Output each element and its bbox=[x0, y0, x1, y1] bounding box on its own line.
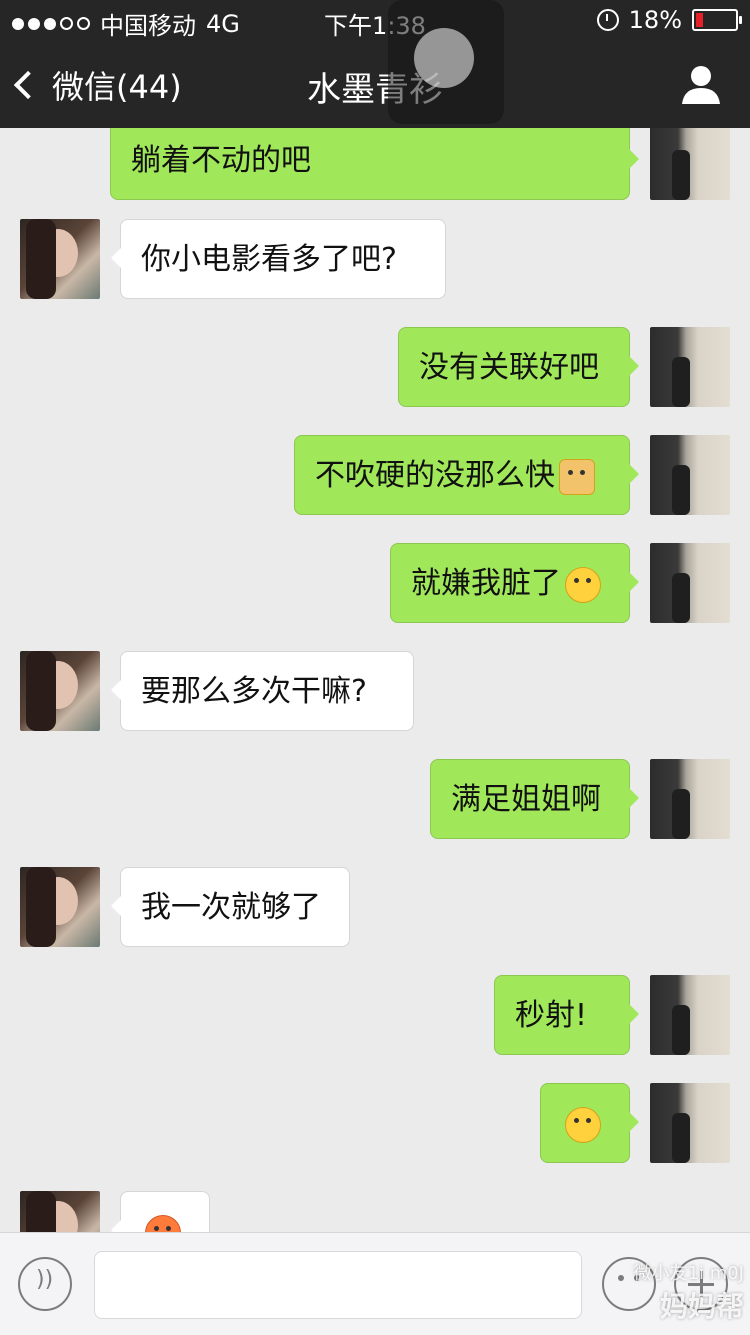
my-message-bubble[interactable]: 秒射! bbox=[494, 975, 639, 1055]
message-list[interactable]: 躺着不动的吧你小电影看多了吧? 没有关联好吧不吹硬的没那么快就嫌我脏了要那么多次干… bbox=[0, 128, 750, 1232]
message-input[interactable] bbox=[94, 1251, 582, 1319]
my-message-bubble[interactable]: 没有关联好吧 bbox=[398, 327, 639, 407]
my-avatar[interactable] bbox=[650, 975, 730, 1055]
message-item: 躺着不动的吧 bbox=[0, 128, 750, 220]
contact-message-bubble[interactable]: 我一次就够了 bbox=[111, 867, 350, 947]
status-bar: 中国移动 4G 下午1:38 18% bbox=[0, 0, 750, 40]
my-message-bubble[interactable]: 就嫌我脏了 bbox=[390, 543, 639, 623]
message-item: 满足姐姐啊 bbox=[0, 759, 750, 859]
contact-avatar[interactable] bbox=[20, 651, 100, 731]
contact-message-bubble[interactable]: 要那么多次干嘛? bbox=[111, 651, 414, 731]
watermark-line1: 微小友1i m0J bbox=[633, 1263, 744, 1284]
message-text: 你小电影看多了吧? bbox=[141, 242, 397, 277]
input-bar: 微小友1i m0J 妈妈帮 bbox=[0, 1232, 750, 1335]
message-item: 就嫌我脏了 bbox=[0, 543, 750, 643]
message-item: 不吹硬的没那么快 bbox=[0, 435, 750, 535]
my-avatar[interactable] bbox=[650, 128, 730, 200]
contact-avatar[interactable] bbox=[20, 867, 100, 947]
battery-percent: 18% bbox=[628, 6, 682, 34]
angry-emoji bbox=[145, 1214, 181, 1232]
thinking-emoji bbox=[565, 1106, 601, 1143]
voice-icon[interactable] bbox=[18, 1257, 72, 1311]
chat-title: 水墨青衫 bbox=[307, 70, 443, 110]
message-item bbox=[0, 1191, 750, 1232]
my-message-bubble[interactable]: 不吹硬的没那么快 bbox=[294, 435, 639, 515]
contact-message-bubble[interactable]: 你小电影看多了吧? bbox=[111, 219, 446, 299]
chat-header: 微信(44) 水墨青衫 bbox=[0, 40, 750, 128]
my-avatar[interactable] bbox=[650, 1083, 730, 1163]
message-text: 我一次就够了 bbox=[141, 890, 321, 925]
message-text: 不吹硬的没那么快 bbox=[315, 458, 555, 493]
alarm-icon bbox=[596, 9, 619, 31]
my-avatar[interactable] bbox=[650, 435, 730, 515]
message-item: 要那么多次干嘛? bbox=[0, 651, 750, 751]
contact-avatar[interactable] bbox=[20, 1191, 100, 1232]
watermark-line2: 妈妈帮 bbox=[659, 1290, 744, 1323]
my-message-bubble[interactable]: 躺着不动的吧 bbox=[110, 128, 639, 200]
contact-avatar[interactable] bbox=[20, 219, 100, 299]
contact-message-bubble[interactable] bbox=[111, 1191, 210, 1232]
confused-emoji bbox=[565, 566, 601, 603]
status-right: 18% bbox=[596, 6, 742, 34]
message-text: 秒射! bbox=[515, 998, 588, 1033]
message-item bbox=[0, 1083, 750, 1183]
message-item: 我一次就够了 bbox=[0, 867, 750, 967]
assistive-touch-button[interactable] bbox=[388, 0, 504, 124]
watermark: 微小友1i m0J 妈妈帮 bbox=[604, 1259, 744, 1329]
my-avatar[interactable] bbox=[650, 327, 730, 407]
message-text: 就嫌我脏了 bbox=[411, 566, 561, 601]
my-avatar[interactable] bbox=[650, 543, 730, 623]
message-text: 躺着不动的吧 bbox=[131, 143, 311, 178]
message-text: 满足姐姐啊 bbox=[451, 782, 601, 817]
message-item: 没有关联好吧 bbox=[0, 327, 750, 427]
my-avatar[interactable] bbox=[650, 759, 730, 839]
message-text: 没有关联好吧 bbox=[419, 350, 599, 385]
battery-icon bbox=[692, 9, 742, 31]
person-icon[interactable] bbox=[680, 64, 722, 104]
message-item: 你小电影看多了吧? bbox=[0, 219, 750, 319]
my-message-bubble[interactable] bbox=[540, 1083, 639, 1163]
message-item: 秒射! bbox=[0, 975, 750, 1075]
hammer-emoji bbox=[559, 458, 595, 495]
message-text: 要那么多次干嘛? bbox=[141, 674, 367, 709]
my-message-bubble[interactable]: 满足姐姐啊 bbox=[430, 759, 639, 839]
